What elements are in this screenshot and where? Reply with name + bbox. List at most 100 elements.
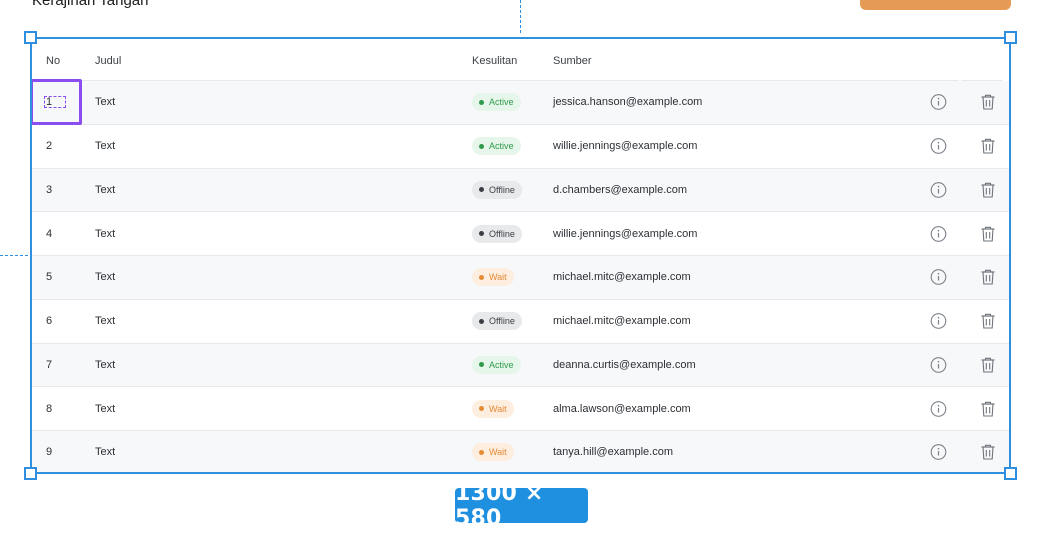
trash-icon[interactable] bbox=[980, 269, 996, 286]
trash-icon[interactable] bbox=[980, 225, 996, 242]
table-row[interactable]: 5 Text Wait michael.mitc@example.com bbox=[32, 256, 1009, 300]
status-label: Offline bbox=[489, 316, 515, 327]
status-dot bbox=[479, 449, 484, 455]
info-icon[interactable] bbox=[930, 181, 947, 198]
resize-handle-bottom-left[interactable] bbox=[24, 467, 37, 480]
status-dot bbox=[479, 274, 484, 280]
status-label: Offline bbox=[489, 184, 515, 195]
status-badge-cell: Wait bbox=[472, 399, 514, 418]
table-row[interactable]: 2 Text Active willie.jennings@example.com bbox=[32, 125, 1009, 169]
info-icon[interactable] bbox=[930, 269, 947, 286]
row-number: 3 bbox=[46, 183, 53, 196]
status-badge: Wait bbox=[472, 268, 514, 287]
status-badge: Wait bbox=[472, 399, 514, 418]
table-header: No Judul Kesulitan Sumber bbox=[32, 39, 1009, 81]
status-dot bbox=[479, 362, 484, 368]
row-email: d.chambers@example.com bbox=[553, 183, 688, 196]
header-kesulitan: Kesulitan bbox=[472, 55, 518, 67]
selected-table-frame[interactable]: No Judul Kesulitan Sumber 1 Text Active jes… bbox=[30, 37, 1011, 474]
row-title: Text bbox=[95, 315, 116, 328]
header-judul: Judul bbox=[95, 55, 122, 67]
status-badge: Active bbox=[472, 355, 521, 374]
trash-icon[interactable] bbox=[980, 181, 996, 198]
table-row[interactable]: 1 Text Active jessica.hanson@example.com bbox=[32, 81, 1009, 125]
trash-icon[interactable] bbox=[980, 400, 996, 417]
table-row[interactable]: 6 Text Offline michael.mitc@example.com bbox=[32, 300, 1009, 344]
table-row[interactable]: 7 Text Active deanna.curtis@example.com bbox=[32, 343, 1009, 388]
row-number: 9 bbox=[46, 446, 53, 459]
status-badge-cell: Active bbox=[472, 93, 521, 112]
row-email: willie.jennings@example.com bbox=[553, 227, 698, 240]
status-badge: Offline bbox=[472, 180, 522, 199]
status-badge-cell: Offline bbox=[472, 312, 522, 331]
row-number: 4 bbox=[46, 227, 53, 240]
info-icon[interactable] bbox=[930, 225, 947, 242]
status-label: Active bbox=[489, 141, 514, 152]
row-email: michael.mitc@example.com bbox=[553, 271, 691, 284]
status-dot bbox=[479, 406, 484, 412]
row-title: Text bbox=[95, 402, 116, 415]
section-title: Kerajinan Tangan bbox=[32, 0, 149, 9]
status-label: Offline bbox=[489, 228, 515, 239]
info-icon[interactable] bbox=[930, 313, 947, 330]
status-badge-cell: Offline bbox=[472, 224, 522, 243]
status-dot bbox=[479, 187, 484, 193]
table-row[interactable]: 3 Text Offline d.chambers@example.com bbox=[32, 168, 1009, 213]
row-email: jessica.hanson@example.com bbox=[553, 96, 703, 109]
row-number: 2 bbox=[46, 140, 53, 153]
trash-icon[interactable] bbox=[980, 313, 996, 330]
row-title: Text bbox=[95, 446, 116, 459]
row-title: Text bbox=[95, 271, 116, 284]
row-number: 6 bbox=[46, 315, 53, 328]
resize-handle-top-left[interactable] bbox=[24, 31, 37, 44]
status-badge: Offline bbox=[472, 224, 522, 243]
trash-icon[interactable] bbox=[980, 356, 996, 373]
table-body: 1 Text Active jessica.hanson@example.com 2 Te… bbox=[32, 81, 1009, 472]
dimension-badge: 1300 × 580 bbox=[455, 481, 588, 531]
table-row[interactable]: 4 Text Offline willie.jennings@example.com bbox=[32, 212, 1009, 256]
trash-icon[interactable] bbox=[980, 444, 996, 461]
cell-highlight-inner bbox=[44, 96, 66, 108]
data-table: No Judul Kesulitan Sumber 1 Text Active jes… bbox=[32, 39, 1009, 472]
info-icon[interactable] bbox=[930, 400, 947, 417]
status-dot bbox=[479, 231, 484, 237]
status-label: Active bbox=[489, 97, 514, 108]
row-title: Text bbox=[95, 183, 116, 196]
status-badge: Offline bbox=[472, 312, 522, 331]
status-dot bbox=[479, 99, 484, 105]
info-icon[interactable] bbox=[930, 138, 947, 155]
row-email: alma.lawson@example.com bbox=[553, 402, 691, 415]
row-number: 7 bbox=[46, 358, 53, 371]
row-title: Text bbox=[95, 227, 116, 240]
status-label: Wait bbox=[489, 272, 507, 283]
orange-action-button[interactable] bbox=[860, 0, 1011, 10]
vertical-guide-line bbox=[520, 0, 521, 33]
row-number: 5 bbox=[46, 271, 53, 284]
status-badge-cell: Wait bbox=[472, 443, 514, 462]
info-icon[interactable] bbox=[930, 356, 947, 373]
horizontal-guide-line bbox=[0, 255, 28, 256]
status-label: Wait bbox=[489, 403, 507, 414]
trash-icon[interactable] bbox=[980, 138, 996, 155]
resize-handle-bottom-right[interactable] bbox=[1004, 467, 1017, 480]
resize-handle-top-right[interactable] bbox=[1004, 31, 1017, 44]
status-badge: Active bbox=[472, 93, 521, 112]
status-badge-cell: Offline bbox=[472, 180, 522, 199]
trash-icon[interactable] bbox=[980, 94, 996, 111]
status-badge-cell: Active bbox=[472, 355, 521, 374]
status-badge: Active bbox=[472, 137, 521, 156]
row-email: willie.jennings@example.com bbox=[553, 140, 698, 153]
info-icon[interactable] bbox=[930, 444, 947, 461]
status-badge-cell: Wait bbox=[472, 268, 514, 287]
status-label: Wait bbox=[489, 447, 507, 458]
row-email: tanya.hill@example.com bbox=[553, 446, 673, 459]
info-icon[interactable] bbox=[930, 94, 947, 111]
status-dot bbox=[479, 143, 484, 149]
status-badge-cell: Active bbox=[472, 137, 521, 156]
table-row[interactable]: 9 Text Wait tanya.hill@example.com bbox=[32, 431, 1009, 472]
status-label: Active bbox=[489, 359, 514, 370]
table-row[interactable]: 8 Text Wait alma.lawson@example.com bbox=[32, 387, 1009, 431]
row-email: deanna.curtis@example.com bbox=[553, 358, 696, 371]
row-email: michael.mitc@example.com bbox=[553, 315, 691, 328]
cell-highlight bbox=[32, 79, 82, 125]
